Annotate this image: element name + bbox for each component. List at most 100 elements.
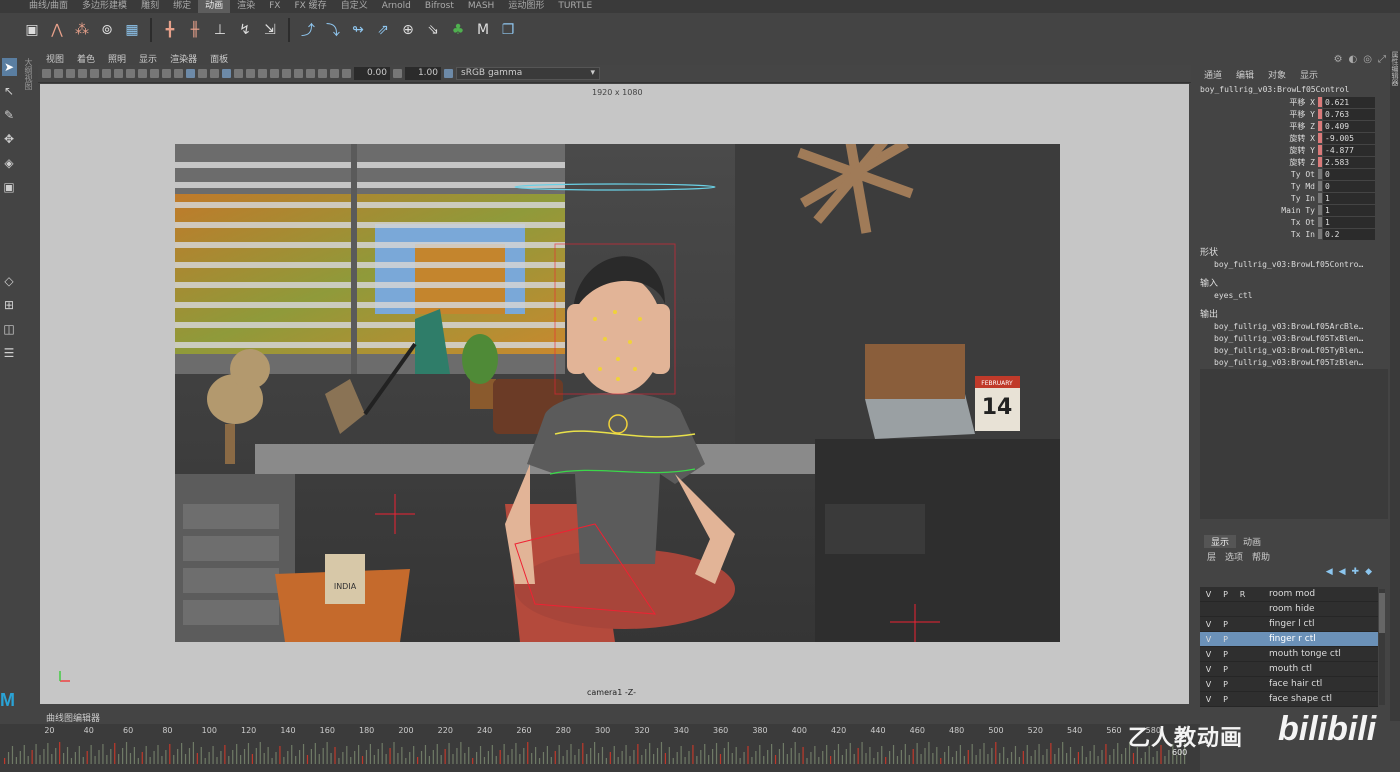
layer-name[interactable]: face shape ctl [1269, 694, 1332, 704]
move-layer-up-icon[interactable]: ◀ [1326, 567, 1333, 577]
attribute-row[interactable]: 旋转 Z 2.583 [1198, 156, 1390, 168]
modeling-toolkit-icon[interactable]: ◎ [1363, 54, 1372, 65]
move-layer-down-icon[interactable]: ◀ [1339, 567, 1346, 577]
gamma-field[interactable]: 1.00 [405, 67, 441, 80]
layer-reference-toggle[interactable] [1234, 678, 1251, 691]
ghost-icon[interactable]: ⤵ [323, 20, 343, 40]
scale-tool-icon[interactable]: ▣ [2, 178, 17, 196]
attribute-row[interactable]: Ty Md 0 [1198, 180, 1390, 192]
layer-name[interactable]: mouth ctl [1269, 664, 1312, 674]
attribute-row[interactable]: 旋转 X -9.005 [1198, 132, 1390, 144]
layer-reference-toggle[interactable] [1234, 663, 1251, 676]
tab-display[interactable]: 显示 [1204, 534, 1237, 548]
layer-reference-toggle[interactable] [1234, 648, 1251, 661]
menu-renderer[interactable]: 渲染器 [170, 52, 197, 65]
attribute-row[interactable]: 平移 X 0.621 [1198, 96, 1390, 108]
attribute-value[interactable]: 0.2 [1323, 228, 1375, 240]
layer-visibility-toggle[interactable]: V [1200, 618, 1217, 631]
graph-editor-label[interactable]: 曲线图编辑器 [46, 711, 100, 724]
layer-color-swatch[interactable] [1254, 648, 1266, 660]
wireframe-on-shaded-icon[interactable] [198, 69, 207, 78]
menu-edit[interactable]: 编辑 [1236, 68, 1254, 81]
attribute-value[interactable]: 0.621 [1323, 96, 1375, 108]
exposure-icon[interactable] [342, 69, 351, 78]
layer-playback-toggle[interactable]: P [1217, 693, 1234, 706]
layer-row[interactable]: room hide [1200, 602, 1378, 617]
menu-display[interactable]: 显示 [1300, 68, 1318, 81]
outliner-layout-icon[interactable]: ☰ [2, 344, 17, 362]
output-node[interactable]: boy_fullrig_v03:BrowLf05TyBlen… [1198, 345, 1390, 357]
attribute-value[interactable]: 0.763 [1323, 108, 1375, 120]
new-layer-icon[interactable]: ✚ [1352, 567, 1360, 577]
layer-color-swatch[interactable] [1254, 633, 1266, 645]
layer-visibility-toggle[interactable]: V [1200, 693, 1217, 706]
menu-show[interactable]: 显示 [139, 52, 157, 65]
layer-row[interactable]: V Pmouth tonge ctl [1200, 647, 1378, 662]
layer-reference-toggle[interactable] [1234, 618, 1251, 631]
layer-color-swatch[interactable] [1254, 603, 1266, 615]
anti-aliasing-icon[interactable] [270, 69, 279, 78]
film-gate-icon[interactable] [102, 69, 111, 78]
shelf-tab[interactable]: 自定义 [334, 0, 375, 13]
menu-channels[interactable]: 通道 [1204, 68, 1222, 81]
attribute-row[interactable]: Ty In 1 [1198, 192, 1390, 204]
attribute-name[interactable]: Tx Ot [1198, 218, 1318, 227]
layer-visibility-toggle[interactable]: V [1200, 648, 1217, 661]
layer-name[interactable]: finger l ctl [1269, 619, 1315, 629]
wireframe-icon[interactable] [174, 69, 183, 78]
attribute-name[interactable]: Ty Ot [1198, 170, 1318, 179]
set-breakdown-icon[interactable]: ╫ [185, 20, 205, 40]
layer-row[interactable]: V Pface shape ctl [1200, 692, 1378, 707]
attribute-value[interactable]: 2.583 [1323, 156, 1375, 168]
input-node[interactable]: eyes_ctl [1198, 290, 1390, 302]
exposure-field[interactable]: 0.00 [354, 67, 390, 80]
attribute-value[interactable]: 0 [1323, 168, 1375, 180]
attribute-value[interactable]: -9.005 [1323, 132, 1375, 144]
layer-playback-toggle[interactable]: P [1217, 588, 1234, 601]
attribute-row[interactable]: 平移 Y 0.763 [1198, 108, 1390, 120]
parent-constraint-icon[interactable]: ⇗ [373, 20, 393, 40]
viewport-canvas[interactable]: 1920 x 1080 FEBRUARY 14 INDIA camera1 -Z… [40, 84, 1189, 704]
attribute-row[interactable]: Tx In 0.2 [1198, 228, 1390, 240]
layer-reference-toggle[interactable]: R [1234, 588, 1251, 601]
attribute-value[interactable]: 0 [1323, 180, 1375, 192]
attribute-name[interactable]: 旋转 X [1198, 133, 1318, 144]
menu-help[interactable]: 帮助 [1252, 550, 1270, 563]
layer-name[interactable]: mouth tonge ctl [1269, 649, 1341, 659]
layer-row[interactable]: V Pfinger r ctl [1200, 632, 1378, 647]
menu-shading[interactable]: 着色 [77, 52, 95, 65]
attribute-name[interactable]: 平移 Y [1198, 109, 1318, 120]
depth-of-field-icon[interactable] [282, 69, 291, 78]
smooth-shade-icon[interactable] [186, 69, 195, 78]
layer-visibility-toggle[interactable]: V [1200, 678, 1217, 691]
tree-icon[interactable]: ♣ [448, 20, 468, 40]
shelf-tab[interactable]: FX [262, 0, 287, 13]
menu-lighting[interactable]: 照明 [108, 52, 126, 65]
attribute-value[interactable]: 1 [1323, 192, 1375, 204]
layer-playback-toggle[interactable]: P [1217, 648, 1234, 661]
bake-icon[interactable]: ↬ [348, 20, 368, 40]
attribute-name[interactable]: Tx In [1198, 230, 1318, 239]
color-space-select[interactable]: sRGB gamma ▾ [456, 67, 600, 80]
move-tool-icon[interactable]: ✥ [2, 130, 17, 148]
layer-name[interactable]: finger r ctl [1269, 634, 1316, 644]
attribute-value[interactable]: 1 [1323, 204, 1375, 216]
menu-panels[interactable]: 面板 [210, 52, 228, 65]
attribute-name[interactable]: 平移 Z [1198, 121, 1318, 132]
attribute-name[interactable]: Ty In [1198, 194, 1318, 203]
attribute-row[interactable]: Ty Ot 0 [1198, 168, 1390, 180]
shelf-tab[interactable]: 多边形建模 [75, 0, 134, 13]
attribute-editor-tab[interactable]: 属性编辑器 [1390, 51, 1400, 86]
set-key-icon[interactable]: ╋ [160, 20, 180, 40]
textured-icon[interactable] [210, 69, 219, 78]
cluster-icon[interactable]: ⊚ [97, 20, 117, 40]
output-node[interactable]: boy_fullrig_v03:BrowLf05ArcBle… [1198, 321, 1390, 333]
mel-script-icon[interactable]: M [473, 20, 493, 40]
attribute-value[interactable]: -4.877 [1323, 144, 1375, 156]
shelf-tab[interactable]: TURTLE [551, 0, 599, 13]
menu-options[interactable]: 选项 [1225, 550, 1243, 563]
constraint-orient-icon[interactable]: ⇲ [260, 20, 280, 40]
selected-object-name[interactable]: boy_fullrig_v03:BrowLf05Control [1198, 81, 1390, 96]
output-node[interactable]: boy_fullrig_v03:BrowLf05TxBlen… [1198, 333, 1390, 345]
lattice-icon[interactable]: ▦ [122, 20, 142, 40]
